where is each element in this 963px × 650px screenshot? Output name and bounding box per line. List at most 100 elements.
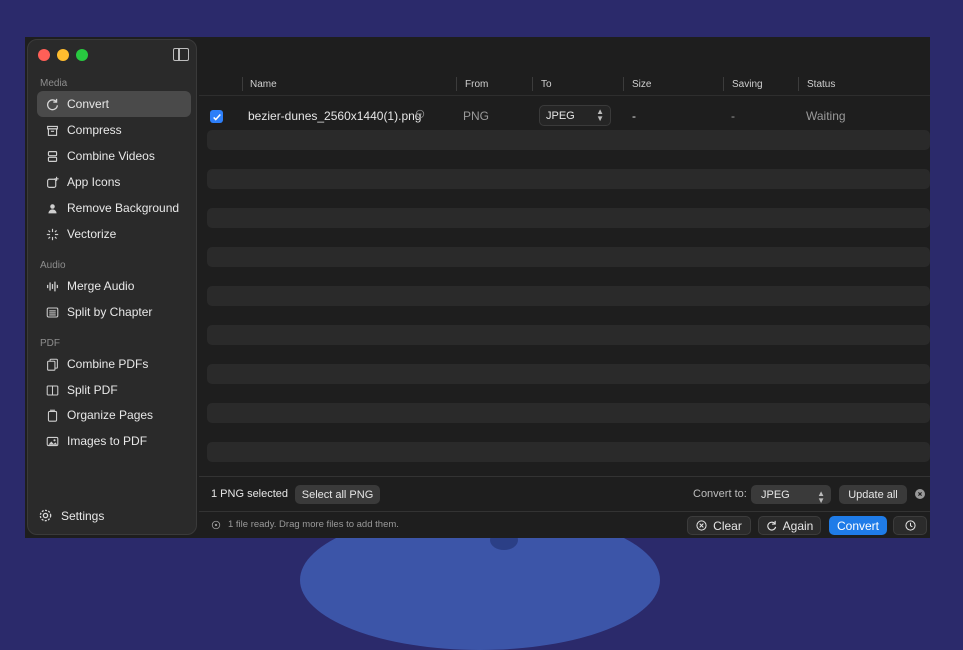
sidebar-item-label: Split PDF xyxy=(67,383,118,397)
convert-to-label: Convert to: xyxy=(693,488,747,500)
section-label-media: Media xyxy=(40,78,68,89)
row-checkbox[interactable] xyxy=(210,110,223,123)
convert-button[interactable]: Convert xyxy=(829,516,887,535)
section-label-pdf: PDF xyxy=(40,338,60,349)
sidebar: Media Convert Compress Combine Videos Ap… xyxy=(27,39,197,535)
minimize-window-button[interactable] xyxy=(57,49,69,61)
sidebar-toggle-icon[interactable] xyxy=(173,48,189,61)
sidebar-item-label: Combine Videos xyxy=(67,149,155,163)
sidebar-item-vectorize[interactable]: Vectorize xyxy=(37,221,191,247)
empty-row xyxy=(207,364,930,384)
sidebar-item-label: Vectorize xyxy=(67,227,117,241)
select-all-button[interactable]: Select all PNG xyxy=(295,485,380,504)
main-panel: Name From To Size Saving Status bezier-d… xyxy=(199,37,930,538)
pages-icon xyxy=(37,409,67,422)
info-icon[interactable] xyxy=(415,108,425,122)
gear-icon xyxy=(38,508,53,523)
status-bar: 1 file ready. Drag more files to add the… xyxy=(199,511,930,538)
column-header-saving[interactable]: Saving xyxy=(732,79,763,90)
column-separator xyxy=(242,77,243,91)
table-row[interactable]: bezier-dunes_2560x1440(1).png PNG JPEG ▲… xyxy=(207,103,930,129)
to-format-select[interactable]: JPEG ▲ ▼ xyxy=(539,105,611,126)
clear-selection-icon[interactable] xyxy=(915,489,925,499)
column-separator xyxy=(723,77,724,91)
sidebar-item-label: Convert xyxy=(67,97,110,111)
photos-icon xyxy=(37,435,67,448)
empty-row xyxy=(207,286,930,306)
convert-to-value: JPEG xyxy=(761,488,790,501)
sidebar-item-label: Remove Background xyxy=(67,201,180,215)
sidebar-item-split-pdf[interactable]: Split PDF xyxy=(37,377,191,403)
sidebar-item-merge-audio[interactable]: Merge Audio xyxy=(37,273,191,299)
person-icon xyxy=(37,202,67,215)
column-header-to[interactable]: To xyxy=(541,79,552,90)
split-icon xyxy=(37,384,67,397)
size-value: - xyxy=(632,109,636,123)
empty-row xyxy=(207,130,930,150)
sidebar-item-label: Images to PDF xyxy=(67,434,148,448)
status-message-text: 1 file ready. Drag more files to add the… xyxy=(228,519,399,530)
status-value: Waiting xyxy=(806,109,846,123)
app-icon xyxy=(37,176,67,189)
checkmark-icon xyxy=(212,113,221,121)
list-icon xyxy=(37,306,67,319)
empty-row xyxy=(207,208,930,228)
section-label-audio: Audio xyxy=(40,260,66,271)
table-header: Name From To Size Saving Status xyxy=(199,75,930,96)
empty-row xyxy=(207,325,930,345)
sidebar-item-combine-pdfs[interactable]: Combine PDFs xyxy=(37,351,191,377)
again-label: Again xyxy=(782,518,814,533)
selected-count: 1 PNG selected xyxy=(211,488,289,500)
column-header-name[interactable]: Name xyxy=(250,79,277,90)
archive-icon xyxy=(37,124,67,137)
sidebar-item-label: Merge Audio xyxy=(67,279,135,293)
clock-icon xyxy=(904,520,916,531)
sidebar-item-label: Combine PDFs xyxy=(67,357,149,371)
column-header-from[interactable]: From xyxy=(465,79,488,90)
waveform-icon xyxy=(37,280,67,293)
empty-row xyxy=(207,442,930,462)
sidebar-item-images-to-pdf[interactable]: Images to PDF xyxy=(37,428,191,454)
chevron-updown-icon: ▲ ▼ xyxy=(596,107,604,123)
chevron-updown-icon: ▲ ▼ xyxy=(817,489,825,505)
sparkle-icon xyxy=(37,228,67,241)
sidebar-item-compress[interactable]: Compress xyxy=(37,117,191,143)
column-separator xyxy=(456,77,457,91)
column-separator xyxy=(798,77,799,91)
sidebar-item-label: Organize Pages xyxy=(67,408,154,422)
status-message: 1 file ready. Drag more files to add the… xyxy=(211,519,399,530)
refresh-icon xyxy=(766,520,776,531)
update-all-button[interactable]: Update all xyxy=(839,485,907,504)
column-separator xyxy=(623,77,624,91)
history-button[interactable] xyxy=(893,516,927,535)
column-header-size[interactable]: Size xyxy=(632,79,651,90)
file-name: bezier-dunes_2560x1440(1).png xyxy=(248,109,422,123)
empty-row xyxy=(207,247,930,267)
sidebar-item-label: App Icons xyxy=(67,175,121,189)
convert-to-select[interactable]: JPEG ▲ ▼ xyxy=(751,485,831,505)
column-header-status[interactable]: Status xyxy=(807,79,835,90)
refresh-icon xyxy=(37,98,67,111)
sidebar-item-label: Split by Chapter xyxy=(67,305,153,319)
maximize-window-button[interactable] xyxy=(76,49,88,61)
to-format-value: JPEG xyxy=(546,110,575,122)
sidebar-item-remove-background[interactable]: Remove Background xyxy=(37,195,191,221)
selection-bar: 1 PNG selected Select all PNG Convert to… xyxy=(199,476,930,512)
clear-button[interactable]: Clear xyxy=(687,516,751,535)
sidebar-item-label: Compress xyxy=(67,123,122,137)
documents-icon xyxy=(37,358,67,371)
settings-button[interactable]: Settings xyxy=(38,508,104,523)
sidebar-item-combine-videos[interactable]: Combine Videos xyxy=(37,143,191,169)
sidebar-item-organize-pages[interactable]: Organize Pages xyxy=(37,402,191,428)
column-separator xyxy=(532,77,533,91)
sidebar-item-convert[interactable]: Convert xyxy=(37,91,191,117)
empty-row xyxy=(207,403,930,423)
empty-row xyxy=(207,169,930,189)
close-window-button[interactable] xyxy=(38,49,50,61)
sidebar-item-app-icons[interactable]: App Icons xyxy=(37,169,191,195)
clear-label: Clear xyxy=(713,518,742,533)
app-window: Media Convert Compress Combine Videos Ap… xyxy=(25,37,930,538)
again-button[interactable]: Again xyxy=(758,516,821,535)
status-icon xyxy=(211,520,221,529)
sidebar-item-split-by-chapter[interactable]: Split by Chapter xyxy=(37,299,191,325)
